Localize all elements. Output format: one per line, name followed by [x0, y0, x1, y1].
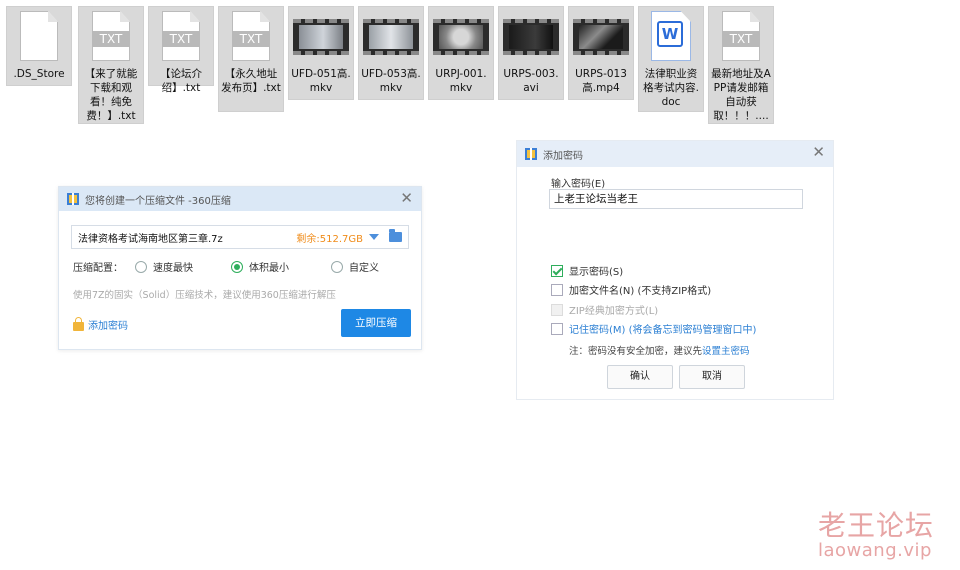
- archive-path-field[interactable]: 法律资格考试海南地区第三章.7z 剩余:512.7GB: [71, 225, 409, 249]
- txt-file-icon: TXT: [162, 11, 200, 61]
- txt-badge: TXT: [232, 31, 270, 47]
- txt-file-icon: TXT: [722, 11, 760, 61]
- radio-custom[interactable]: 自定义: [331, 259, 379, 274]
- file-word-doc[interactable]: W 法律职业资格考试内容.doc: [638, 6, 704, 112]
- compress-app-icon: [525, 148, 537, 160]
- dialog-title: 您将创建一个压缩文件 -360压缩: [85, 195, 231, 207]
- dialog-title: 添加密码: [543, 150, 583, 162]
- blank-file-icon: [20, 11, 58, 61]
- compress-now-button[interactable]: 立即压缩: [341, 309, 411, 337]
- video-file-icon: [293, 11, 349, 55]
- file-txt-address[interactable]: TXT 【永久地址发布页】.txt: [218, 6, 284, 112]
- file-ds-store[interactable]: .DS_Store: [6, 6, 72, 86]
- watermark-title: 老王论坛: [818, 509, 935, 542]
- checkbox-label: ZIP经典加密方式(L): [569, 306, 659, 317]
- archive-filename: 法律资格考试海南地区第三章.7z: [78, 233, 223, 245]
- zip-classic-checkbox: ZIP经典加密方式(L): [551, 302, 658, 317]
- show-password-checkbox[interactable]: 显示密码(S): [551, 263, 623, 278]
- password-input[interactable]: 上老王论坛当老王: [549, 189, 803, 209]
- txt-file-icon: TXT: [232, 11, 270, 61]
- video-file-icon: [573, 11, 629, 55]
- file-name: 法律职业资格考试内容.doc: [643, 68, 699, 108]
- file-txt-latest[interactable]: TXT 最新地址及APP请发邮箱自动获取！！！....: [708, 6, 774, 124]
- file-name: URPS-003.avi: [503, 68, 559, 94]
- file-name: URPJ-001.mkv: [435, 68, 487, 94]
- dialog-header: 您将创建一个压缩文件 -360压缩 ✕: [59, 187, 421, 211]
- free-space-label: 剩余:512.7GB: [296, 233, 363, 245]
- txt-file-icon: TXT: [92, 11, 130, 61]
- password-input-label: 输入密码(E): [551, 179, 606, 190]
- txt-badge: TXT: [92, 31, 130, 47]
- file-name: UFD-053高.mkv: [361, 68, 421, 94]
- cancel-button[interactable]: 取消: [679, 365, 745, 389]
- file-name: 最新地址及APP请发邮箱自动获取！！！....: [711, 68, 771, 122]
- file-video-urpj001[interactable]: URPJ-001.mkv: [428, 6, 494, 100]
- video-file-icon: [503, 11, 559, 55]
- solid-compression-hint: 使用7Z的固实（Solid）压缩技术，建议使用360压缩进行解压: [73, 290, 336, 301]
- checkbox-label: 记住密码(M) (将会备忘到密码管理窗口中): [569, 325, 757, 336]
- file-txt-download[interactable]: TXT 【来了就能下载和观看！纯免费！】.txt: [78, 6, 144, 124]
- radio-circle-selected: [231, 260, 243, 273]
- add-password-link[interactable]: 添加密码: [73, 316, 128, 332]
- radio-fastest[interactable]: 速度最快: [135, 259, 193, 274]
- radio-label: 体积最小: [249, 263, 289, 274]
- txt-badge: TXT: [722, 31, 760, 47]
- config-label: 压缩配置：: [73, 263, 123, 274]
- file-video-urps003[interactable]: URPS-003.avi: [498, 6, 564, 100]
- checkbox-disabled: [551, 303, 563, 316]
- security-note: 注：密码没有安全加密，建议先设置主密码: [569, 343, 750, 357]
- radio-smallest[interactable]: 体积最小: [231, 259, 289, 274]
- file-video-ufd053[interactable]: UFD-053高.mkv: [358, 6, 424, 100]
- file-name: 【来了就能下载和观看！纯免费！】.txt: [84, 68, 138, 122]
- file-name: URPS-013高.mp4: [575, 68, 627, 94]
- file-name: UFD-051高.mkv: [291, 68, 351, 94]
- checkbox-checked: [551, 264, 563, 277]
- word-file-icon: W: [651, 11, 691, 61]
- file-name: 【永久地址发布页】.txt: [221, 68, 281, 94]
- encrypt-filenames-checkbox[interactable]: 加密文件名(N) (不支持ZIP格式): [551, 282, 711, 297]
- dialog-header: 添加密码 ✕: [517, 141, 833, 167]
- video-file-icon: [433, 11, 489, 55]
- remember-password-checkbox[interactable]: 记住密码(M) (将会备忘到密码管理窗口中): [551, 321, 756, 336]
- add-password-label: 添加密码: [88, 321, 128, 332]
- close-icon[interactable]: ✕: [400, 190, 413, 206]
- file-txt-intro[interactable]: TXT 【论坛介绍】.txt: [148, 6, 214, 94]
- set-master-password-link[interactable]: 设置主密码: [702, 346, 750, 357]
- compress-app-icon: [67, 193, 79, 205]
- checkbox-label: 显示密码(S): [569, 267, 624, 278]
- txt-badge: TXT: [162, 31, 200, 47]
- video-file-icon: [363, 11, 419, 55]
- radio-label: 速度最快: [153, 263, 193, 274]
- file-name: 【论坛介绍】.txt: [160, 68, 202, 94]
- lock-icon: [73, 316, 84, 331]
- radio-label: 自定义: [349, 263, 379, 274]
- word-logo: W: [657, 21, 683, 47]
- file-name: .DS_Store: [13, 68, 65, 80]
- radio-circle: [135, 260, 147, 273]
- file-video-ufd051[interactable]: UFD-051高.mkv: [288, 6, 354, 100]
- folder-icon[interactable]: [389, 229, 402, 242]
- chevron-down-icon[interactable]: [369, 234, 379, 240]
- compress-dialog: 您将创建一个压缩文件 -360压缩 ✕ 法律资格考试海南地区第三章.7z 剩余:…: [58, 186, 422, 350]
- checkbox: [551, 322, 563, 335]
- radio-circle: [331, 260, 343, 273]
- checkbox-label: 加密文件名(N) (不支持ZIP格式): [569, 286, 712, 297]
- checkbox: [551, 283, 563, 296]
- password-dialog: 添加密码 ✕ 输入密码(E) 上老王论坛当老王 显示密码(S) 加密文件名(N)…: [516, 140, 834, 400]
- ok-button[interactable]: 确认: [607, 365, 673, 389]
- watermark-url: laowang.vip: [818, 540, 932, 561]
- note-text: 注：密码没有安全加密，建议先: [569, 346, 703, 357]
- file-video-urps013[interactable]: URPS-013高.mp4: [568, 6, 634, 100]
- close-icon[interactable]: ✕: [812, 144, 825, 160]
